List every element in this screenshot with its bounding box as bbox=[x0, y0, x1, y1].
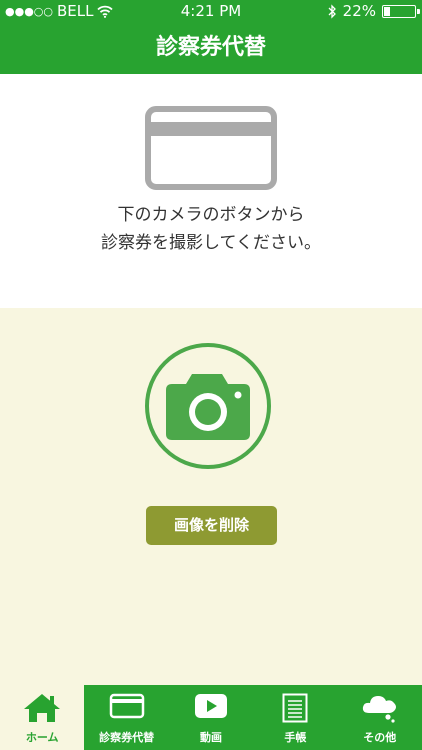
instruction-line-2: 診察券を撮影してください。 bbox=[101, 233, 321, 253]
status-right: 22% bbox=[327, 2, 420, 20]
tab-bar: ホーム 診察券代替 動画 手帳 その他 bbox=[0, 685, 422, 750]
notebook-icon bbox=[282, 693, 308, 723]
battery-icon bbox=[382, 4, 420, 18]
info-panel: 下のカメラのボタンから 診察券を撮影してください。 bbox=[0, 74, 422, 308]
tab-label: 診察券代替 bbox=[99, 731, 155, 744]
tab-notebook[interactable]: 手帳 bbox=[253, 685, 337, 750]
bluetooth-icon bbox=[328, 3, 336, 19]
tab-label: ホーム bbox=[25, 731, 59, 744]
instruction-text: 下のカメラのボタンから 診察券を撮影してください。 bbox=[0, 201, 422, 257]
delete-image-button[interactable]: 画像を削除 bbox=[146, 506, 277, 545]
tab-home[interactable]: ホーム bbox=[0, 685, 85, 750]
more-cloud-icon bbox=[362, 696, 396, 723]
tab-label: その他 bbox=[363, 731, 397, 744]
home-icon bbox=[24, 694, 61, 722]
battery-percent: 22% bbox=[342, 2, 376, 20]
camera-button[interactable] bbox=[145, 343, 271, 469]
camera-icon bbox=[166, 374, 250, 440]
tab-label: 動画 bbox=[199, 731, 222, 744]
tab-video[interactable]: 動画 bbox=[169, 685, 253, 750]
tab-label: 手帳 bbox=[284, 731, 307, 744]
battery-fill bbox=[384, 6, 390, 16]
page-title: 診察券代替 bbox=[0, 22, 422, 74]
status-bar: ●●●○○ BELL 4:21 PM 22% bbox=[0, 0, 422, 22]
tab-other[interactable]: その他 bbox=[338, 685, 422, 750]
video-icon bbox=[194, 694, 227, 718]
card-placeholder-icon bbox=[145, 106, 277, 190]
instruction-line-1: 下のカメラのボタンから bbox=[117, 205, 305, 225]
card-icon bbox=[109, 693, 144, 719]
tab-card-substitute[interactable]: 診察券代替 bbox=[84, 685, 168, 750]
